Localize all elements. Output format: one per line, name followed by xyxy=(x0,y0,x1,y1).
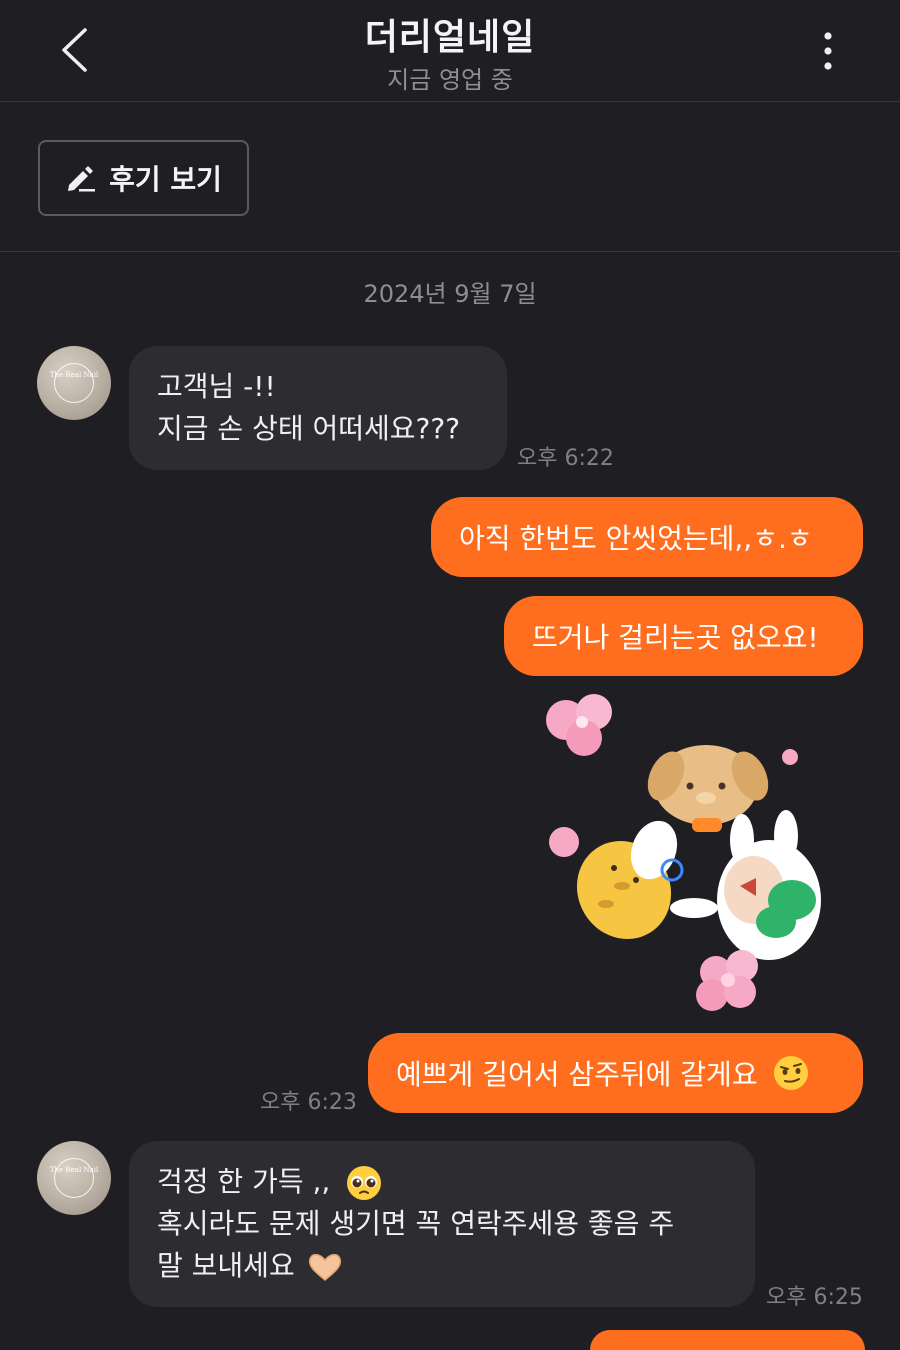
outgoing-message-partial xyxy=(590,1330,865,1350)
chat-header: 더리얼네일 지금 영업 중 xyxy=(0,0,900,102)
pink-flower-icon xyxy=(546,694,612,756)
message-text: 아직 한번도 안씻었는데,,ㅎ.ㅎ xyxy=(459,522,813,555)
outgoing-message: 뜨거나 걸리는곳 없오요! xyxy=(504,596,863,676)
chat-title: 더리얼네일 xyxy=(364,17,536,58)
smirk-face-emoji xyxy=(773,1056,808,1090)
vertical-dots-icon xyxy=(824,32,832,70)
pencil-icon xyxy=(68,166,96,192)
view-reviews-button[interactable]: 후기 보기 xyxy=(38,140,249,216)
message-text: 예쁘게 길어서 삼주뒤에 갈게요 xyxy=(396,1058,758,1091)
avatar-logo-text: The Real Nail xyxy=(49,1166,99,1174)
more-options-button[interactable] xyxy=(808,28,848,74)
incoming-message: 고객님 -!! 지금 손 상태 어떠세요??? xyxy=(129,346,507,470)
incoming-message: 걱정 한 가득 ,, 혹시라도 문제 생기면 꼭 연락주세용 좋음 주 말 보내… xyxy=(129,1141,755,1307)
message-text: 뜨거나 걸리는곳 없오요! xyxy=(532,621,819,654)
message-text: 걱정 한 가득 ,, xyxy=(157,1165,331,1198)
review-section: 후기 보기 xyxy=(0,102,900,252)
shop-avatar[interactable]: The Real Nail xyxy=(37,346,111,420)
business-status: 지금 영업 중 xyxy=(387,66,513,94)
shop-avatar[interactable]: The Real Nail xyxy=(37,1141,111,1215)
message-text: 혹시라도 문제 생기면 꼭 연락주세용 좋음 주 말 보내세요 xyxy=(157,1207,675,1282)
heart-hands-emoji xyxy=(308,1253,341,1281)
cat-character xyxy=(576,820,684,940)
pink-flower-icon xyxy=(696,950,758,1011)
message-time: 오후 6:25 xyxy=(766,1285,863,1310)
pleading-face-emoji xyxy=(347,1166,382,1200)
outgoing-message: 예쁘게 길어서 삼주뒤에 갈게요 xyxy=(368,1033,863,1113)
view-reviews-label: 후기 보기 xyxy=(109,163,222,196)
message-time: 오후 6:23 xyxy=(260,1090,357,1115)
outgoing-message: 아직 한번도 안씻었는데,,ㅎ.ㅎ xyxy=(431,497,863,577)
avatar-logo-text: The Real Nail xyxy=(49,371,99,379)
bunny-character xyxy=(670,810,821,960)
message-time: 오후 6:22 xyxy=(517,446,614,471)
dog-character xyxy=(647,745,769,832)
cute-animals-holding-hands-sticker xyxy=(546,694,821,1011)
date-separator: 2024년 9월 7일 xyxy=(363,280,537,308)
